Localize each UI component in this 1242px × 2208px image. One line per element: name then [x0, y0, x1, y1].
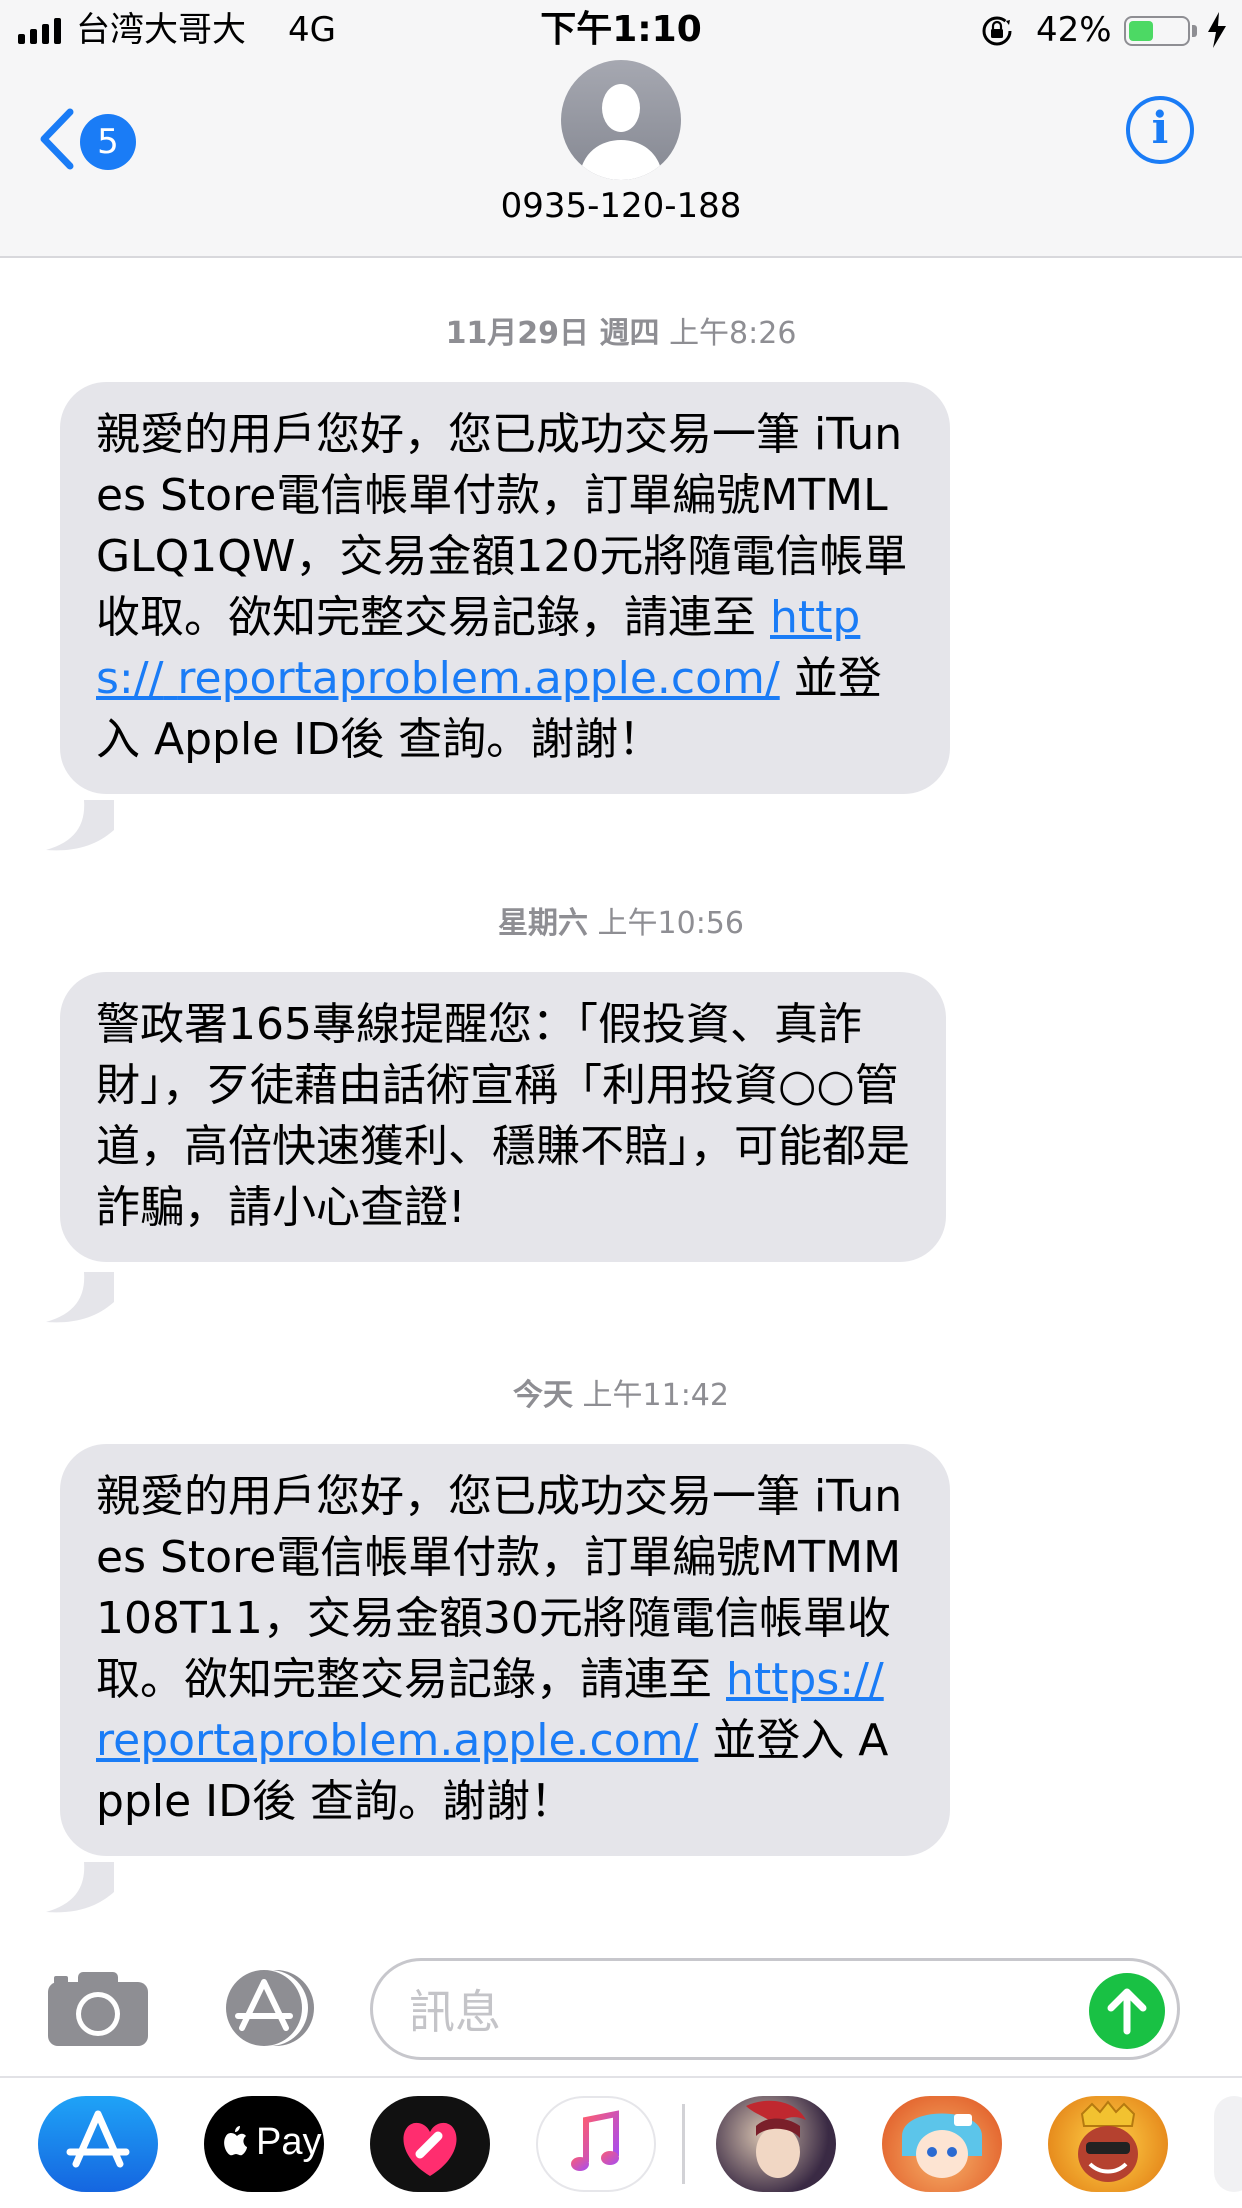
- digital-touch-icon[interactable]: [370, 2096, 490, 2192]
- music-icon[interactable]: [536, 2096, 656, 2192]
- more-apps-partial[interactable]: [1214, 2096, 1242, 2192]
- chevron-left-icon: [40, 108, 74, 170]
- message-placeholder: 訊息: [409, 1985, 501, 2039]
- apple-pay-icon[interactable]: Pay: [204, 2096, 324, 2192]
- message-text: 警政署165專線提醒您：「假投資、真詐財」，歹徒藉由話術宣稱「利用投資○○管道，…: [96, 999, 910, 1233]
- apple-pay-label: Pay: [256, 2121, 322, 2163]
- app-store-icon[interactable]: [38, 2096, 158, 2192]
- bubble-tail: [46, 1272, 114, 1323]
- battery-percent: 42%: [1036, 10, 1112, 50]
- imessage-app-drawer: Pay: [0, 2076, 1242, 2208]
- message-timestamp: 今天 上午11:42: [512, 1378, 729, 1413]
- message-input-bar: 訊息: [0, 1940, 1242, 2076]
- orientation-lock-icon: [982, 16, 1012, 46]
- game-app-icon-3[interactable]: [1048, 2096, 1168, 2192]
- battery-nub: [1192, 25, 1197, 37]
- back-button[interactable]: 5: [30, 96, 140, 176]
- bubble-tail: [46, 1862, 114, 1913]
- bubble-tail: [46, 800, 114, 851]
- camera-icon[interactable]: [48, 1970, 148, 2046]
- contact-phone-number[interactable]: 0935-120-188: [0, 186, 1242, 226]
- game-app-icon-1[interactable]: [716, 2096, 836, 2192]
- person-silhouette-icon: [579, 84, 663, 180]
- arrow-up-icon: [1107, 1988, 1147, 2035]
- status-bar: 台湾大哥大 4G 下午1:10 42%: [0, 0, 1242, 60]
- message-input[interactable]: 訊息: [370, 1958, 1180, 2060]
- app-store-drawer-icon[interactable]: [210, 1968, 320, 2048]
- message-bubble[interactable]: 警政署165專線提醒您：「假投資、真詐財」，歹徒藉由話術宣稱「利用投資○○管道，…: [60, 972, 946, 1262]
- message-timestamp: 星期六 上午10:56: [497, 906, 744, 941]
- send-button[interactable]: [1089, 1973, 1165, 2049]
- conversation-header: 5 0935-120-188 i: [0, 60, 1242, 258]
- message-bubble[interactable]: 親愛的用戶您好，您已成功交易一筆 iTunes Store電信帳單付款，訂單編號…: [60, 382, 950, 794]
- message-bubble[interactable]: 親愛的用戶您好，您已成功交易一筆 iTunes Store電信帳單付款，訂單編號…: [60, 1444, 950, 1856]
- info-button[interactable]: i: [1126, 96, 1194, 164]
- contact-avatar[interactable]: [561, 60, 681, 180]
- battery-icon: [1124, 16, 1190, 46]
- message-timestamp: 11月29日 週四 上午8:26: [445, 316, 797, 351]
- unread-count-badge: 5: [80, 114, 136, 170]
- app-drawer-divider: [682, 2104, 685, 2184]
- charging-bolt-icon: [1208, 12, 1226, 48]
- game-app-icon-2[interactable]: [882, 2096, 1002, 2192]
